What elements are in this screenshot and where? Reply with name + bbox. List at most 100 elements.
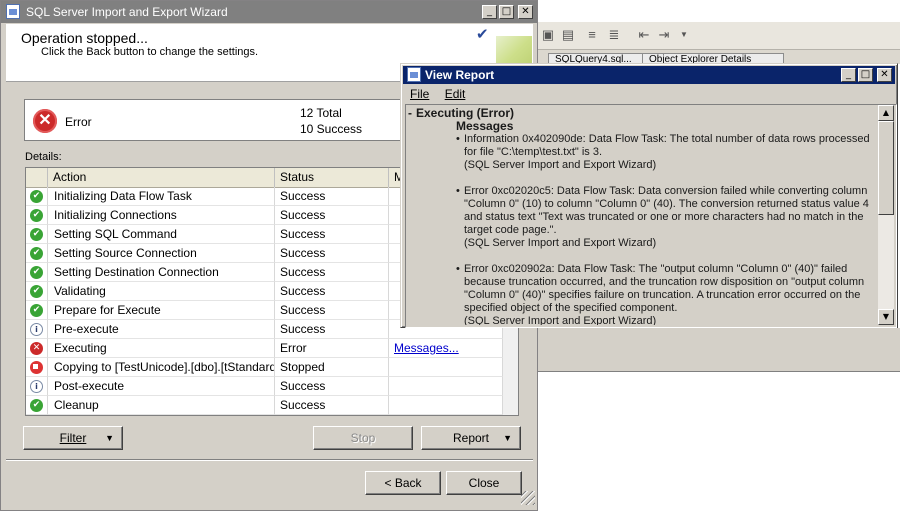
menu-edit[interactable]: Edit — [439, 85, 472, 103]
error-icon: ✕ — [30, 342, 43, 355]
background-toolbar: ▣ ▤ ≡ ≣ ⇤ ⇥ ▼ — [538, 22, 900, 50]
scroll-up-icon[interactable]: ▲ — [878, 105, 894, 121]
background-tab-strip: SQLQuery4.sql... Object Explorer Details — [538, 50, 900, 66]
row-status: Success — [275, 396, 389, 415]
indent-icon[interactable]: ⇥ — [656, 27, 672, 43]
minimize-icon[interactable]: _ — [841, 68, 856, 82]
row-status: Success — [275, 225, 389, 244]
row-action: Initializing Data Flow Task — [48, 187, 275, 206]
details-label: Details: — [25, 151, 62, 163]
row-message — [389, 358, 503, 377]
filter-button[interactable]: Filter ▼ — [23, 426, 123, 450]
maximize-icon[interactable]: □ — [499, 5, 514, 19]
stop-button-label: Stop — [350, 431, 376, 445]
report-menubar: File Edit — [404, 85, 894, 103]
close-button[interactable]: Close — [446, 471, 522, 495]
report-button-label: Report — [452, 431, 490, 445]
checkmark-icon: ✔ — [476, 26, 489, 43]
success-icon: ✔ — [30, 266, 43, 279]
error-icon: ✕ — [33, 109, 57, 133]
column-header-action[interactable]: Action — [48, 168, 275, 187]
bullet-icon: • — [456, 263, 460, 275]
row-message: Messages... — [389, 339, 503, 358]
info-icon: i — [30, 380, 43, 393]
wizard-app-icon — [6, 4, 20, 19]
row-status: Stopped — [275, 358, 389, 377]
table-row[interactable]: i Post-execute Success — [26, 377, 503, 396]
close-icon[interactable]: ✕ — [518, 5, 533, 19]
bullet-icon: • — [456, 185, 460, 197]
message-text: Error 0xc02020c5: Data Flow Task: Data c… — [464, 185, 869, 236]
report-title: View Report — [425, 68, 495, 82]
row-icon-cell: ✔ — [26, 282, 48, 301]
message-text: Information 0x402090de: Data Flow Task: … — [464, 133, 870, 158]
indent-icon[interactable]: ⇤ — [636, 27, 652, 43]
messages-link[interactable]: Messages... — [394, 341, 459, 355]
column-header-status[interactable]: Status — [275, 168, 389, 187]
menu-file[interactable]: File — [404, 85, 435, 103]
row-action: Setting SQL Command — [48, 225, 275, 244]
row-icon-cell: ✔ — [26, 263, 48, 282]
row-action: Validating — [48, 282, 275, 301]
table-row[interactable]: ✔ Cleanup Success — [26, 396, 503, 415]
wizard-title: SQL Server Import and Export Wizard — [26, 5, 228, 19]
align-icon[interactable]: ≣ — [606, 27, 622, 43]
row-action: Copying to [TestUnicode].[dbo].[tStandar… — [48, 358, 275, 377]
row-icon-cell: ✔ — [26, 187, 48, 206]
background-panel — [538, 328, 900, 372]
row-icon-cell — [26, 358, 48, 377]
summary-success: 10 Success — [300, 122, 363, 136]
stop-button[interactable]: Stop — [313, 426, 413, 450]
row-icon-cell: i — [26, 320, 48, 339]
table-row[interactable]: ✕ Executing Error Messages... — [26, 339, 503, 358]
success-icon: ✔ — [30, 285, 43, 298]
chevron-down-icon[interactable]: ▼ — [676, 27, 692, 43]
collapse-icon[interactable]: - — [408, 107, 412, 120]
success-icon: ✔ — [30, 209, 43, 222]
row-status: Success — [275, 206, 389, 225]
success-icon: ✔ — [30, 190, 43, 203]
report-button[interactable]: Report ▼ — [421, 426, 521, 450]
row-icon-cell: ✔ — [26, 244, 48, 263]
grid-header-icon-column[interactable] — [26, 168, 48, 187]
report-titlebar[interactable]: View Report _ □ ✕ — [403, 66, 895, 84]
row-message — [389, 396, 503, 415]
back-button[interactable]: < Back — [365, 471, 441, 495]
toolbar-icon[interactable]: ▣ — [540, 27, 556, 43]
page-title: Operation stopped... — [21, 30, 148, 46]
row-status: Error — [275, 339, 389, 358]
maximize-icon[interactable]: □ — [858, 68, 873, 82]
row-action: Post-execute — [48, 377, 275, 396]
summary-total: 12 Total — [300, 106, 342, 120]
message-text: Error 0xc020902a: Data Flow Task: The "o… — [464, 263, 865, 314]
scroll-down-icon[interactable]: ▼ — [878, 309, 894, 325]
message-source: (SQL Server Import and Export Wizard) — [464, 159, 657, 171]
row-icon-cell: ✔ — [26, 206, 48, 225]
view-report-window: View Report _ □ ✕ File Edit - Executing … — [400, 63, 898, 328]
minimize-icon[interactable]: _ — [482, 5, 497, 19]
report-scrollbar[interactable]: ▲ ▼ — [878, 105, 894, 325]
row-icon-cell: i — [26, 377, 48, 396]
filter-button-label: Filter — [59, 431, 87, 445]
back-button-label: < Back — [384, 476, 422, 490]
row-icon-cell: ✔ — [26, 301, 48, 320]
table-row[interactable]: Copying to [TestUnicode].[dbo].[tStandar… — [26, 358, 503, 377]
row-action: Setting Destination Connection — [48, 263, 275, 282]
row-status: Success — [275, 301, 389, 320]
chevron-down-icon: ▼ — [503, 433, 512, 443]
align-icon[interactable]: ≡ — [584, 27, 600, 43]
row-action: Initializing Connections — [48, 206, 275, 225]
row-status: Success — [275, 320, 389, 339]
scrollbar-thumb[interactable] — [878, 121, 894, 215]
info-icon: i — [30, 323, 43, 336]
close-icon[interactable]: ✕ — [877, 68, 892, 82]
toolbar-icon[interactable]: ▤ — [560, 27, 576, 43]
messages-heading: Messages — [456, 119, 514, 133]
row-status: Success — [275, 187, 389, 206]
row-action: Cleanup — [48, 396, 275, 415]
row-action: Setting Source Connection — [48, 244, 275, 263]
row-status: Success — [275, 244, 389, 263]
resize-grip-icon[interactable] — [521, 491, 535, 505]
wizard-titlebar[interactable]: SQL Server Import and Export Wizard _ □ … — [1, 1, 537, 23]
row-icon-cell: ✔ — [26, 396, 48, 415]
